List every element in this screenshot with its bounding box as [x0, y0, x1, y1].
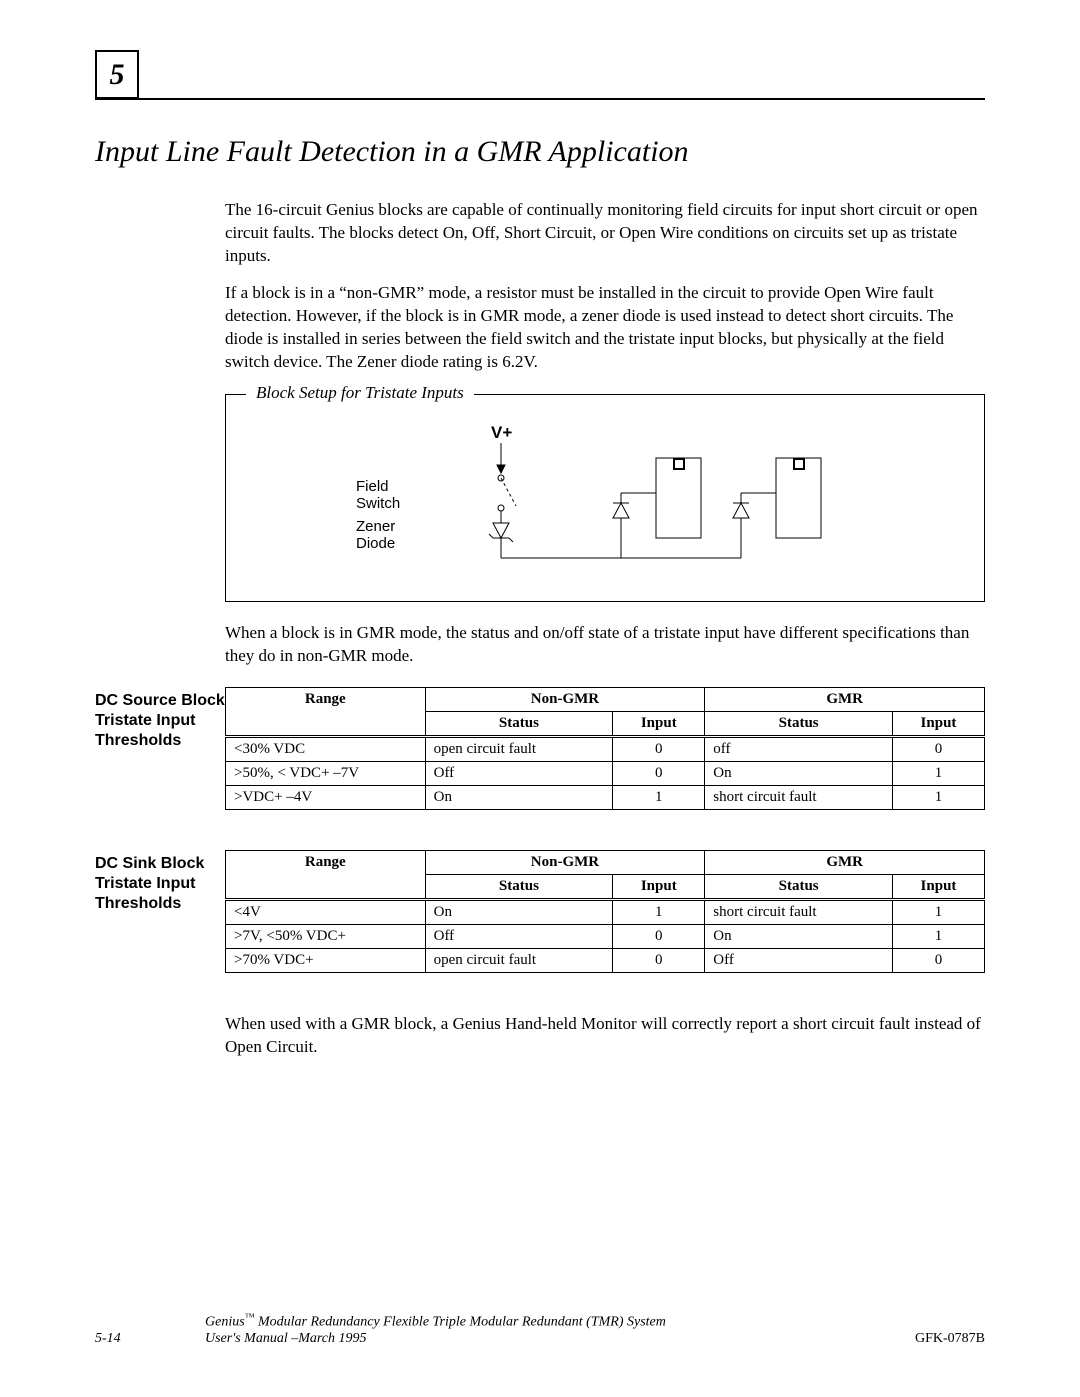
body-text-block-3: When used with a GMR block, a Genius Han…	[225, 1013, 985, 1059]
t2-r1-ngstatus: Off	[425, 925, 613, 949]
t1-r0-ginput: 0	[892, 737, 984, 762]
t2-h-input-1: Input	[613, 875, 705, 900]
t2-r0-nginput: 1	[613, 900, 705, 925]
t1-r0-gstatus: off	[705, 737, 893, 762]
paragraph-3: When a block is in GMR mode, the status …	[225, 622, 985, 668]
t1-h-gmr: GMR	[705, 688, 985, 712]
t1-r0-range: <30% VDC	[226, 737, 426, 762]
t2-r0-ginput: 1	[892, 900, 984, 925]
footer-docnum: GFK-0787B	[865, 1331, 985, 1347]
table-1-block: DC Source Block Tristate Input Threshold…	[225, 687, 985, 810]
label-field-switch: Field Switch	[356, 478, 400, 512]
t2-r1-gstatus: On	[705, 925, 893, 949]
table-2: Range Non-GMR GMR Status Input Status In…	[225, 850, 985, 973]
t2-r2-ngstatus: open circuit fault	[425, 949, 613, 973]
footer-page-number: 5-14	[95, 1331, 205, 1347]
footer-title-b: Modular Redundancy Flexible Triple Modul…	[254, 1315, 665, 1330]
t2-h-status-2: Status	[705, 875, 893, 900]
chapter-number-box: 5	[95, 50, 139, 99]
t1-r2-ginput: 1	[892, 786, 984, 810]
footer-title: Genius™ Modular Redundancy Flexible Trip…	[205, 1312, 865, 1347]
table-2-label: DC Sink Block Tristate Input Thresholds	[95, 850, 225, 973]
body-text-block-2: When a block is in GMR mode, the status …	[225, 622, 985, 668]
t2-r0-ngstatus: On	[425, 900, 613, 925]
paragraph-2: If a block is in a “non-GMR” mode, a res…	[225, 282, 985, 374]
tm-symbol: ™	[245, 1312, 255, 1323]
section-title: Input Line Fault Detection in a GMR Appl…	[95, 135, 985, 169]
body-text-block-1: The 16-circuit Genius blocks are capable…	[225, 199, 985, 374]
header-rule	[95, 98, 985, 100]
t1-h-input-2: Input	[892, 712, 984, 737]
t2-r2-range: >70% VDC+	[226, 949, 426, 973]
t1-r0-nginput: 0	[613, 737, 705, 762]
t1-r2-gstatus: short circuit fault	[705, 786, 893, 810]
paragraph-1: The 16-circuit Genius blocks are capable…	[225, 199, 985, 268]
t1-h-status-2: Status	[705, 712, 893, 737]
footer: 5-14 Genius™ Modular Redundancy Flexible…	[95, 1312, 985, 1347]
t2-h-range: Range	[226, 851, 426, 900]
t1-h-nongmr: Non-GMR	[425, 688, 705, 712]
t1-r1-range: >50%, < VDC+ –7V	[226, 762, 426, 786]
table-1: Range Non-GMR GMR Status Input Status In…	[225, 687, 985, 810]
diagram-inner: V+ Field Switch Zener Diode	[246, 423, 964, 583]
t2-r2-nginput: 0	[613, 949, 705, 973]
chapter-number: 5	[110, 58, 125, 92]
page-content: Input Line Fault Detection in a GMR Appl…	[95, 125, 985, 1073]
t1-r2-range: >VDC+ –4V	[226, 786, 426, 810]
t2-r2-gstatus: Off	[705, 949, 893, 973]
t2-h-input-2: Input	[892, 875, 984, 900]
table-1-label: DC Source Block Tristate Input Threshold…	[95, 687, 225, 810]
diagram-caption: Block Setup for Tristate Inputs	[246, 383, 474, 403]
t1-r2-nginput: 1	[613, 786, 705, 810]
t1-h-range: Range	[226, 688, 426, 737]
t1-h-status-1: Status	[425, 712, 613, 737]
t2-h-gmr: GMR	[705, 851, 985, 875]
t2-r0-range: <4V	[226, 900, 426, 925]
t2-h-status-1: Status	[425, 875, 613, 900]
table-2-block: DC Sink Block Tristate Input Thresholds …	[225, 850, 985, 973]
t2-r1-nginput: 0	[613, 925, 705, 949]
t2-r2-ginput: 0	[892, 949, 984, 973]
t1-r1-gstatus: On	[705, 762, 893, 786]
t1-r0-ngstatus: open circuit fault	[425, 737, 613, 762]
circuit-svg	[441, 438, 841, 573]
t1-r1-ngstatus: Off	[425, 762, 613, 786]
label-zener-diode: Zener Diode	[356, 518, 395, 552]
diagram-frame: Block Setup for Tristate Inputs V+ Field…	[225, 394, 985, 602]
t1-r1-ginput: 1	[892, 762, 984, 786]
t2-h-nongmr: Non-GMR	[425, 851, 705, 875]
t2-r1-ginput: 1	[892, 925, 984, 949]
footer-title-a: Genius	[205, 1315, 245, 1330]
tables-area: DC Source Block Tristate Input Threshold…	[95, 687, 985, 973]
t2-r1-range: >7V, <50% VDC+	[226, 925, 426, 949]
t1-h-input-1: Input	[613, 712, 705, 737]
t1-r1-nginput: 0	[613, 762, 705, 786]
t1-r2-ngstatus: On	[425, 786, 613, 810]
t2-r0-gstatus: short circuit fault	[705, 900, 893, 925]
footer-title-c: User's Manual –March 1995	[205, 1331, 367, 1346]
paragraph-4: When used with a GMR block, a Genius Han…	[225, 1013, 985, 1059]
